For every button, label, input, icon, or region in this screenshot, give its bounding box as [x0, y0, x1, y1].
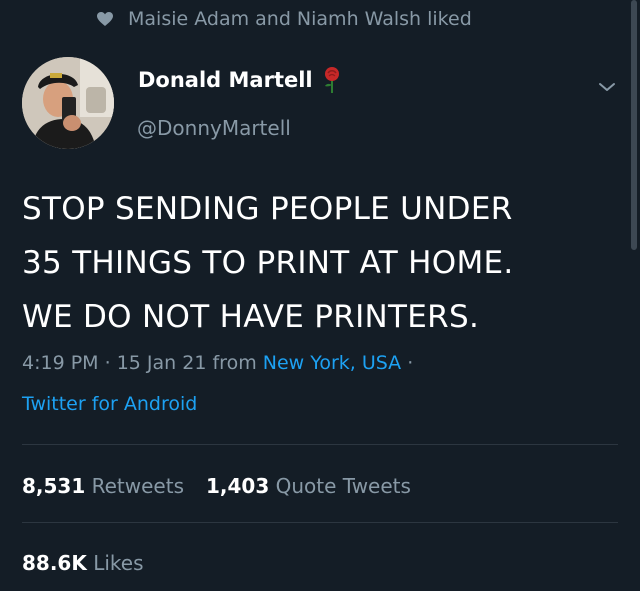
chevron-down-icon — [598, 78, 616, 97]
avatar[interactable] — [22, 57, 114, 149]
tweet-line: 35 THINGS TO PRINT AT HOME. — [22, 245, 514, 281]
tweet-text: STOP SENDING PEOPLE UNDER 35 THINGS TO P… — [22, 182, 622, 344]
likes-stat[interactable]: 88.6K Likes — [22, 551, 144, 575]
likes-count: 88.6K — [22, 551, 87, 575]
author-name[interactable]: Donald Martell — [138, 66, 341, 94]
from-label: from — [212, 352, 257, 374]
heart-icon — [96, 11, 114, 27]
quote-tweets-stat[interactable]: 1,403 Quote Tweets — [206, 474, 411, 498]
quote-tweets-count: 1,403 — [206, 474, 270, 498]
social-context-text: Maisie Adam and Niamh Walsh liked — [128, 8, 472, 30]
author-handle[interactable]: @DonnyMartell — [137, 116, 291, 140]
source-link[interactable]: Twitter for Android — [22, 393, 197, 415]
social-context[interactable]: Maisie Adam and Niamh Walsh liked — [96, 4, 472, 34]
engagement-stats: 8,531 Retweets 1,403 Quote Tweets — [22, 474, 411, 498]
likes-label: Likes — [93, 551, 144, 575]
divider — [22, 444, 618, 445]
retweets-stat[interactable]: 8,531 Retweets — [22, 474, 184, 498]
tweet-line: STOP SENDING PEOPLE UNDER — [22, 191, 513, 227]
tweet-metadata: 4:19 PM · 15 Jan 21 from New York, USA · — [22, 352, 413, 374]
quote-tweets-label: Quote Tweets — [275, 474, 411, 498]
scrollbar[interactable] — [631, 0, 637, 250]
author-display-name: Donald Martell — [138, 68, 313, 92]
tweet-line: WE DO NOT HAVE PRINTERS. — [22, 299, 480, 335]
retweets-count: 8,531 — [22, 474, 86, 498]
tweet-source-row: Twitter for Android — [22, 393, 197, 415]
retweets-label: Retweets — [91, 474, 184, 498]
location-link[interactable]: New York, USA — [263, 352, 401, 374]
meta-separator: · — [104, 352, 111, 374]
divider — [22, 522, 618, 523]
rose-icon — [323, 66, 341, 94]
more-options-button[interactable] — [590, 72, 624, 102]
tweet-date[interactable]: 15 Jan 21 — [117, 352, 207, 374]
meta-separator: · — [407, 352, 414, 374]
tweet-timestamp[interactable]: 4:19 PM — [22, 352, 99, 374]
